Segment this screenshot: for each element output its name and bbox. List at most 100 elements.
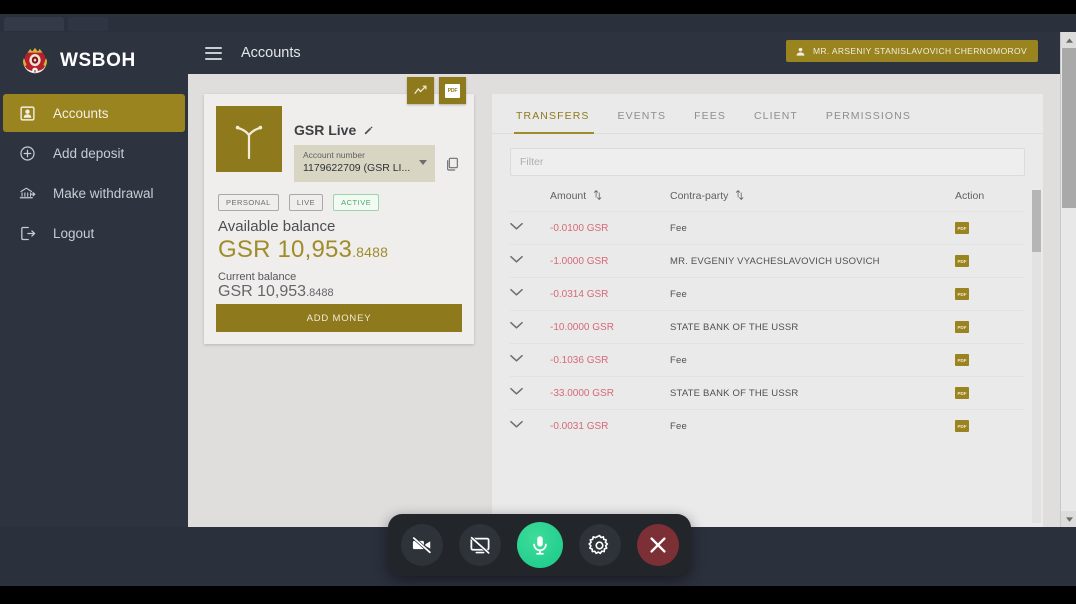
banking-app-window: B WSBOH Accounts Add deposit Make withdr…: [0, 32, 1060, 527]
expand-cell[interactable]: [510, 343, 550, 377]
tab-transfers[interactable]: TRANSFERS: [514, 110, 604, 134]
sidebar-nav: Accounts Add deposit Make withdrawal Log…: [0, 90, 188, 252]
sidebar-item-label: Logout: [53, 225, 95, 241]
row-action-cell: PDF: [955, 409, 1025, 442]
table-body: -0.0100 GSR Fee PDF -1.0000 GSR MR. EVGE…: [510, 211, 1025, 442]
th-contra-party-label: Contra-party: [670, 190, 729, 202]
chevron-down-icon[interactable]: [510, 255, 523, 264]
sidebar-item-add-deposit[interactable]: Add deposit: [3, 134, 185, 172]
browser-scrollbar-thumb[interactable]: [1062, 48, 1076, 208]
th-contra-party[interactable]: Contra-party: [670, 184, 955, 212]
sidebar-item-label: Make withdrawal: [53, 185, 154, 201]
table-row[interactable]: -0.1036 GSR Fee PDF: [510, 343, 1025, 377]
expand-cell[interactable]: [510, 211, 550, 245]
microphone-icon: [532, 536, 547, 555]
settings-button[interactable]: [578, 524, 621, 566]
expand-cell[interactable]: [510, 409, 550, 442]
tab-permissions[interactable]: PERMISSIONS: [812, 110, 925, 133]
table-row[interactable]: -10.0000 GSR STATE BANK OF THE USSR PDF: [510, 310, 1025, 344]
row-contra-party: STATE BANK OF THE USSR: [670, 376, 955, 410]
th-action: Action: [955, 190, 985, 202]
pdf-document-icon[interactable]: PDF: [955, 420, 969, 432]
table-row[interactable]: -0.0314 GSR Fee PDF: [510, 277, 1025, 311]
chevron-down-icon[interactable]: [510, 354, 523, 363]
expand-cell[interactable]: [510, 376, 550, 410]
available-balance-value: GSR 10,953.8488: [218, 236, 474, 264]
table-row[interactable]: -1.0000 GSR MR. EVGENIY VYACHESLAVOVICH …: [510, 244, 1025, 278]
screen-share-off-icon: [468, 535, 491, 556]
pencil-edit-icon[interactable]: [363, 125, 374, 136]
row-amount: -10.0000 GSR: [550, 310, 670, 344]
remote-browser-strip: [0, 14, 1076, 32]
chevron-down-icon[interactable]: [510, 420, 523, 429]
row-contra-party: STATE BANK OF THE USSR: [670, 310, 955, 344]
pdf-document-icon[interactable]: PDF: [955, 288, 969, 300]
account-badges: PERSONAL LIVE ACTIVE: [204, 182, 474, 211]
chevron-down-icon[interactable]: [510, 222, 523, 231]
tab-client[interactable]: CLIENT: [740, 110, 812, 133]
end-call-button[interactable]: [636, 524, 679, 566]
tab-fees[interactable]: FEES: [680, 110, 740, 133]
pdf-document-icon[interactable]: PDF: [955, 354, 969, 366]
row-amount: -1.0000 GSR: [550, 244, 670, 278]
table-row[interactable]: -0.0031 GSR Fee PDF: [510, 409, 1025, 442]
th-amount[interactable]: Amount: [550, 184, 670, 212]
browser-scrollbar[interactable]: [1060, 32, 1076, 527]
filter-input[interactable]: [510, 148, 1025, 176]
brand-logo[interactable]: B WSBOH: [0, 32, 188, 90]
screen-share-off-button[interactable]: [458, 524, 501, 566]
coat-of-arms-crest-icon: B: [23, 47, 47, 73]
chart-button[interactable]: [407, 77, 434, 104]
row-action-cell: PDF: [955, 244, 1025, 278]
add-money-button[interactable]: ADD MONEY: [216, 304, 462, 332]
scroll-up-arrow-icon[interactable]: [1061, 32, 1076, 48]
sort-arrows-icon: [736, 190, 744, 200]
current-balance-label: Current balance: [218, 271, 297, 283]
row-contra-party: Fee: [670, 343, 955, 377]
table-row[interactable]: -33.0000 GSR STATE BANK OF THE USSR PDF: [510, 376, 1025, 410]
pdf-document-icon[interactable]: PDF: [955, 222, 969, 234]
account-number-label: Account number: [303, 150, 365, 160]
transfers-table: Amount Contra-party Action -0.0100 GSR F…: [510, 184, 1025, 442]
row-action-cell: PDF: [955, 211, 1025, 245]
sidebar-item-make-withdrawal[interactable]: Make withdrawal: [3, 174, 185, 212]
panel-scrollbar-thumb[interactable]: [1032, 190, 1041, 252]
hamburger-menu-icon[interactable]: [205, 46, 222, 60]
user-account-chip[interactable]: MR. ARSENIY STANISLAVOVICH CHERNOMOROV: [785, 40, 1038, 62]
pdf-document-icon[interactable]: PDF: [955, 387, 969, 399]
panel-scrollbar[interactable]: [1032, 190, 1041, 523]
browser-tab-placeholder-2: [68, 17, 108, 31]
current-balance-value: GSR 10,953.8488: [218, 283, 474, 301]
pdf-document-icon[interactable]: PDF: [955, 255, 969, 267]
expand-cell[interactable]: [510, 244, 550, 278]
account-title: GSR Live: [294, 122, 357, 138]
filter-wrapper: [492, 134, 1043, 176]
transfers-table-scroll[interactable]: Amount Contra-party Action -0.0100 GSR F…: [492, 184, 1043, 527]
sidebar-item-logout[interactable]: Logout: [3, 214, 185, 252]
microphone-button[interactable]: [516, 522, 563, 568]
bank-withdraw-icon: [17, 183, 37, 203]
table-header-row: Amount Contra-party Action: [510, 184, 1025, 212]
sidebar-item-label: Accounts: [53, 105, 109, 121]
logout-arrow-icon: [17, 223, 37, 243]
pdf-button[interactable]: PDF: [439, 77, 466, 104]
available-balance-label: Available balance: [218, 218, 336, 235]
chevron-down-icon[interactable]: [510, 288, 523, 297]
chevron-down-icon[interactable]: [510, 321, 523, 330]
scroll-down-arrow-icon[interactable]: [1061, 511, 1076, 527]
sidebar-item-accounts[interactable]: Accounts: [3, 94, 185, 132]
account-number-value: 1179622709 (GSR LI...: [303, 162, 411, 174]
table-row[interactable]: -0.0100 GSR Fee PDF: [510, 211, 1025, 245]
expand-cell[interactable]: [510, 310, 550, 344]
pdf-document-icon[interactable]: PDF: [955, 321, 969, 333]
row-action-cell: PDF: [955, 376, 1025, 410]
expand-cell[interactable]: [510, 277, 550, 311]
camera-off-button[interactable]: [400, 524, 443, 566]
tab-events[interactable]: EVENTS: [604, 110, 681, 133]
account-number-select[interactable]: Account number 1179622709 (GSR LI...: [294, 145, 435, 182]
tree-rune-logo-icon: [235, 125, 263, 160]
row-contra-party: MR. EVGENIY VYACHESLAVOVICH USOVICH: [670, 244, 955, 278]
account-summary-card: PDF GSR Live Account number 1179622709 (…: [204, 77, 474, 344]
chevron-down-icon[interactable]: [510, 387, 523, 396]
copy-icon[interactable]: [444, 155, 460, 173]
